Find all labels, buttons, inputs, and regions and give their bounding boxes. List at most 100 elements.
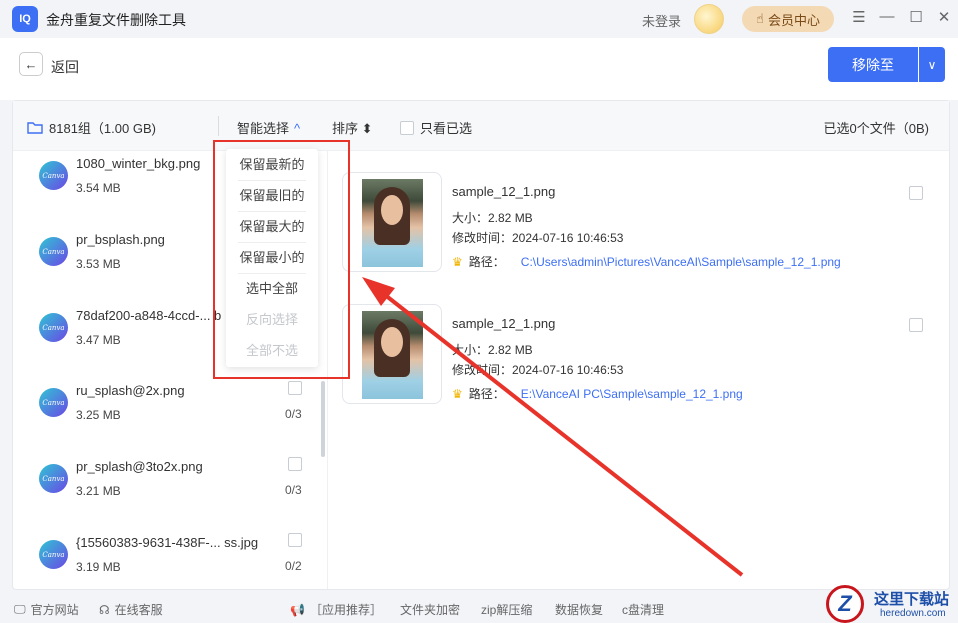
app-title: 金舟重复文件删除工具 (46, 12, 186, 28)
watermark-logo: Z (826, 585, 864, 623)
selection-count: 0/3 (285, 483, 302, 497)
move-to-button[interactable]: 移除至 (828, 47, 918, 82)
canva-icon: Canva (39, 161, 68, 190)
title-bar: IQ 金舟重复文件删除工具 未登录 ☝ 会员中心 ☰ — ☐ ✕ (0, 0, 958, 38)
selected-count: 已选0个文件（0B) (823, 121, 929, 136)
duplicate-name: sample_12_1.png (452, 316, 556, 331)
c-clean-link[interactable]: c盘清理 (622, 601, 664, 618)
close-icon[interactable]: ✕ (934, 8, 954, 26)
toolbar: ← 返回 移除至 ∨ (0, 38, 958, 100)
only-selected-checkbox[interactable] (400, 120, 414, 135)
highlight-box (213, 140, 350, 379)
avatar[interactable] (694, 4, 724, 34)
only-selected-label: 只看已选 (420, 121, 473, 136)
only-selected-toggle[interactable]: 只看已选 (400, 118, 472, 137)
file-size: 3.53 MB (76, 257, 121, 271)
file-thumbnail[interactable] (342, 304, 442, 404)
file-name: 1080_winter_bkg.png (76, 156, 201, 171)
duplicate-mtime: 修改时间：2024-07-16 10:46:53 (452, 231, 624, 245)
group-summary: 8181组（1.00 GB) (27, 118, 156, 137)
file-thumbnail[interactable] (342, 172, 442, 272)
online-service-link[interactable]: ☊ 在线客服 (99, 601, 163, 618)
canva-icon: Canva (39, 313, 68, 342)
watermark-subtitle: heredown.com (880, 608, 946, 619)
back-label[interactable]: 返回 (51, 57, 79, 77)
crown-icon: ♛ (452, 386, 463, 401)
canva-icon: Canva (39, 237, 68, 266)
chevron-up-icon: ^ (294, 121, 301, 136)
folder-icon (27, 122, 43, 134)
path-label: 路径： (468, 255, 505, 269)
duplicate-file-card: sample_12_1.png 大小：2.82 MB 修改时间：2024-07-… (342, 304, 932, 414)
file-name: pr_splash@3to2x.png (76, 459, 203, 474)
panel-header: 8181组（1.00 GB) 智能选择 ^ 排序 ⬍ 只看已选 已选0个文件（0B… (13, 101, 949, 151)
arrow-left-icon: ← (24, 56, 38, 72)
file-name: ru_splash@2x.png (76, 383, 185, 398)
folder-encrypt-link[interactable]: 文件夹加密 (400, 601, 460, 618)
official-site-link[interactable]: 🖵 官方网站 (14, 601, 79, 618)
list-item[interactable]: Canva ru_splash@2x.png 3.25 MB 0/3 (13, 381, 327, 464)
maximize-icon[interactable]: ☐ (906, 8, 926, 26)
file-size: 3.21 MB (76, 484, 121, 498)
duplicate-size: 大小：2.82 MB (452, 211, 533, 225)
list-item[interactable]: Canva pr_splash@3to2x.png 3.21 MB 0/3 (13, 457, 327, 540)
path-link[interactable]: C:\Users\admin\Pictures\VanceAI\Sample\s… (521, 255, 841, 269)
file-size: 3.54 MB (76, 181, 121, 195)
duplicate-name: sample_12_1.png (452, 184, 556, 199)
group-checkbox[interactable] (288, 533, 302, 547)
login-status[interactable]: 未登录 (642, 11, 681, 30)
canva-icon: Canva (39, 464, 68, 493)
group-checkbox[interactable] (288, 457, 302, 471)
divider (218, 116, 219, 136)
data-recovery-link[interactable]: 数据恢复 (555, 601, 603, 618)
group-checkbox[interactable] (288, 381, 302, 395)
thumbnail-face (381, 327, 403, 357)
footer: 🖵 官方网站 ☊ 在线客服 📢 ［应用推荐］ 文件夹加密 zip解压缩 数据恢复 c盘… (0, 595, 958, 623)
duplicate-checkbox[interactable] (909, 318, 923, 332)
monitor-icon: 🖵 (14, 602, 26, 616)
selection-count: 0/2 (285, 559, 302, 573)
watermark: Z 这里下载站 heredown.com (826, 585, 958, 623)
chevron-down-icon: ∨ (927, 57, 937, 72)
headset-icon: ☊ (99, 602, 110, 617)
scrollbar[interactable] (321, 381, 325, 457)
sort-label: 排序 (332, 121, 359, 136)
group-summary-label: 8181组（1.00 GB) (49, 121, 156, 136)
zip-link[interactable]: zip解压缩 (481, 601, 532, 618)
duplicate-path-row: ♛ 路径： C:\Users\admin\Pictures\VanceAI\Sa… (452, 253, 841, 270)
canva-icon: Canva (39, 540, 68, 569)
duplicate-mtime: 修改时间：2024-07-16 10:46:53 (452, 363, 624, 377)
sort-button[interactable]: 排序 ⬍ (332, 118, 373, 137)
member-center-label: 会员中心 (767, 12, 820, 28)
crown-icon: ♛ (452, 254, 463, 269)
path-label: 路径： (468, 387, 505, 401)
minimize-icon[interactable]: — (877, 8, 897, 25)
list-item[interactable]: Canva {15560383-9631-438F-... ss.jpg 3.1… (13, 533, 327, 589)
canva-icon: Canva (39, 388, 68, 417)
official-site-label: 官方网站 (30, 603, 79, 617)
file-name: {15560383-9631-438F-... ss.jpg (76, 535, 259, 550)
smart-select-dropdown[interactable]: 智能选择 ^ (237, 118, 300, 137)
move-to-dropdown[interactable]: ∨ (919, 47, 945, 82)
smart-select-label: 智能选择 (237, 121, 290, 136)
duplicate-checkbox[interactable] (909, 186, 923, 200)
member-center-button[interactable]: ☝ 会员中心 (742, 6, 834, 32)
recommend-label: 📢 ［应用推荐］ (290, 601, 382, 618)
duplicate-size: 大小：2.82 MB (452, 343, 533, 357)
path-link[interactable]: E:\VanceAI PC\Sample\sample_12_1.png (521, 387, 743, 401)
duplicate-path-row: ♛ 路径： E:\VanceAI PC\Sample\sample_12_1.p… (452, 385, 743, 402)
back-button[interactable]: ← (19, 52, 43, 76)
file-name: 78daf200-a848-4ccd-... b (76, 308, 222, 323)
file-size: 3.19 MB (76, 560, 121, 574)
selection-count: 0/3 (285, 407, 302, 421)
app-logo: IQ (12, 6, 38, 32)
recommend-text: ［应用推荐］ (309, 603, 382, 617)
online-service-label: 在线客服 (114, 603, 163, 617)
hamburger-icon[interactable]: ☰ (849, 8, 869, 26)
thumb-up-icon: ☝ (756, 11, 764, 26)
file-size: 3.47 MB (76, 333, 121, 347)
sort-icon: ⬍ (361, 121, 373, 136)
megaphone-icon: 📢 (290, 602, 305, 617)
watermark-title: 这里下载站 (874, 590, 950, 608)
file-name: pr_bsplash.png (76, 232, 165, 247)
